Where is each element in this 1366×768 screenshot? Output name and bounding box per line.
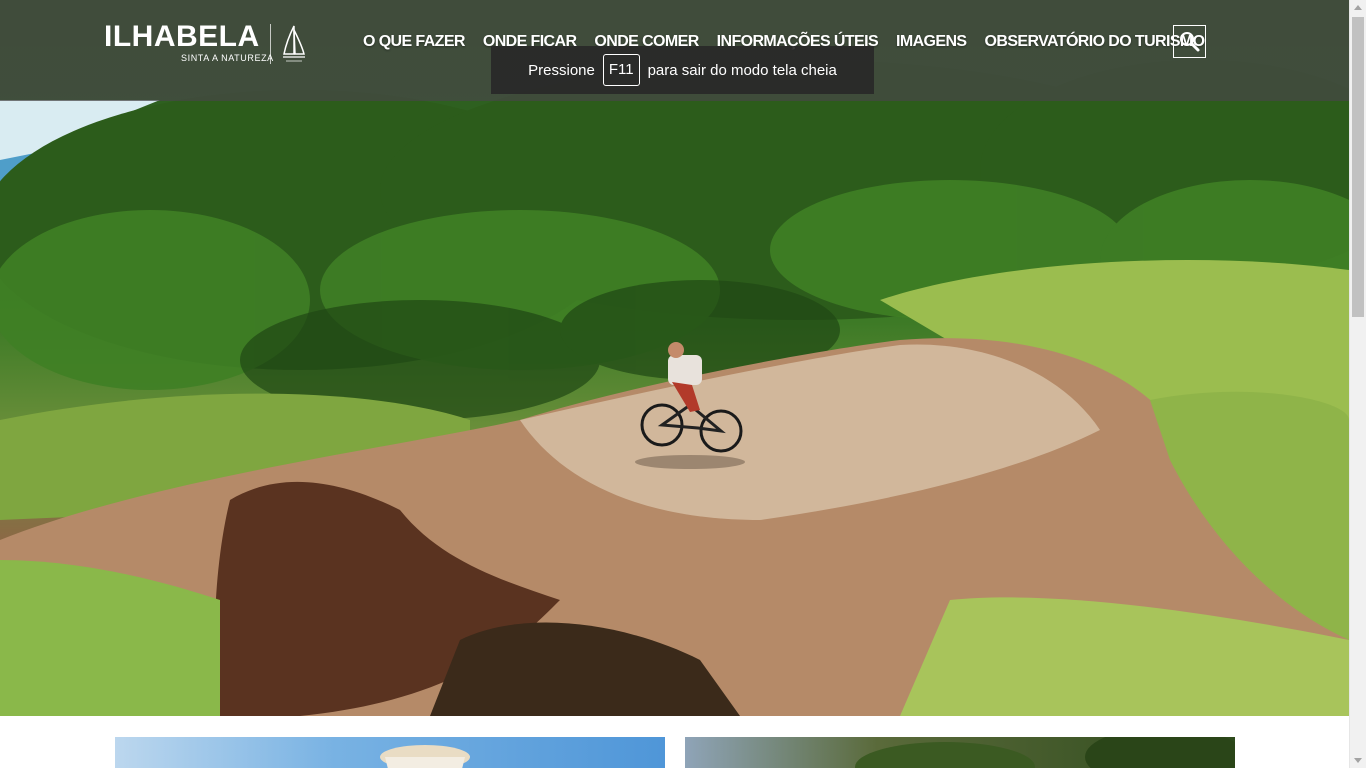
nav-imagens[interactable]: IMAGENS — [896, 33, 967, 51]
search-button[interactable] — [1173, 25, 1206, 58]
content-card-beach[interactable] — [115, 737, 665, 768]
hero-illustration — [0, 60, 1349, 716]
page: ILHABELA SINTA A NATUREZA O QUE FAZER ON… — [0, 0, 1366, 768]
search-icon — [1180, 32, 1200, 52]
forest-card-image — [855, 737, 1235, 768]
nav-observatorio-do-turismo[interactable]: OBSERVATÓRIO DO TURISMO — [985, 33, 1206, 51]
hero-image — [0, 0, 1349, 716]
content-card-forest[interactable] — [685, 737, 1235, 768]
beach-card-image — [380, 745, 470, 768]
scrollbar-thumb[interactable] — [1352, 17, 1364, 317]
scroll-up-arrow-icon[interactable] — [1354, 5, 1362, 10]
toast-key: F11 — [602, 54, 640, 86]
fullscreen-exit-toast: Pressione F11 para sair do modo tela che… — [491, 46, 874, 94]
toast-prefix: Pressione — [528, 61, 595, 79]
nav-o-que-fazer[interactable]: O QUE FAZER — [363, 33, 465, 51]
scroll-down-arrow-icon[interactable] — [1354, 758, 1362, 763]
logo-separator — [270, 24, 271, 64]
sailboat-logo-icon — [283, 25, 305, 62]
logo-tagline: SINTA A NATUREZA — [181, 53, 274, 63]
toast-suffix: para sair do modo tela cheia — [647, 61, 837, 79]
page-scrollbar[interactable] — [1349, 0, 1366, 768]
site-logo[interactable]: ILHABELA SINTA A NATUREZA — [104, 20, 273, 64]
logo-name: ILHABELA — [104, 20, 260, 53]
